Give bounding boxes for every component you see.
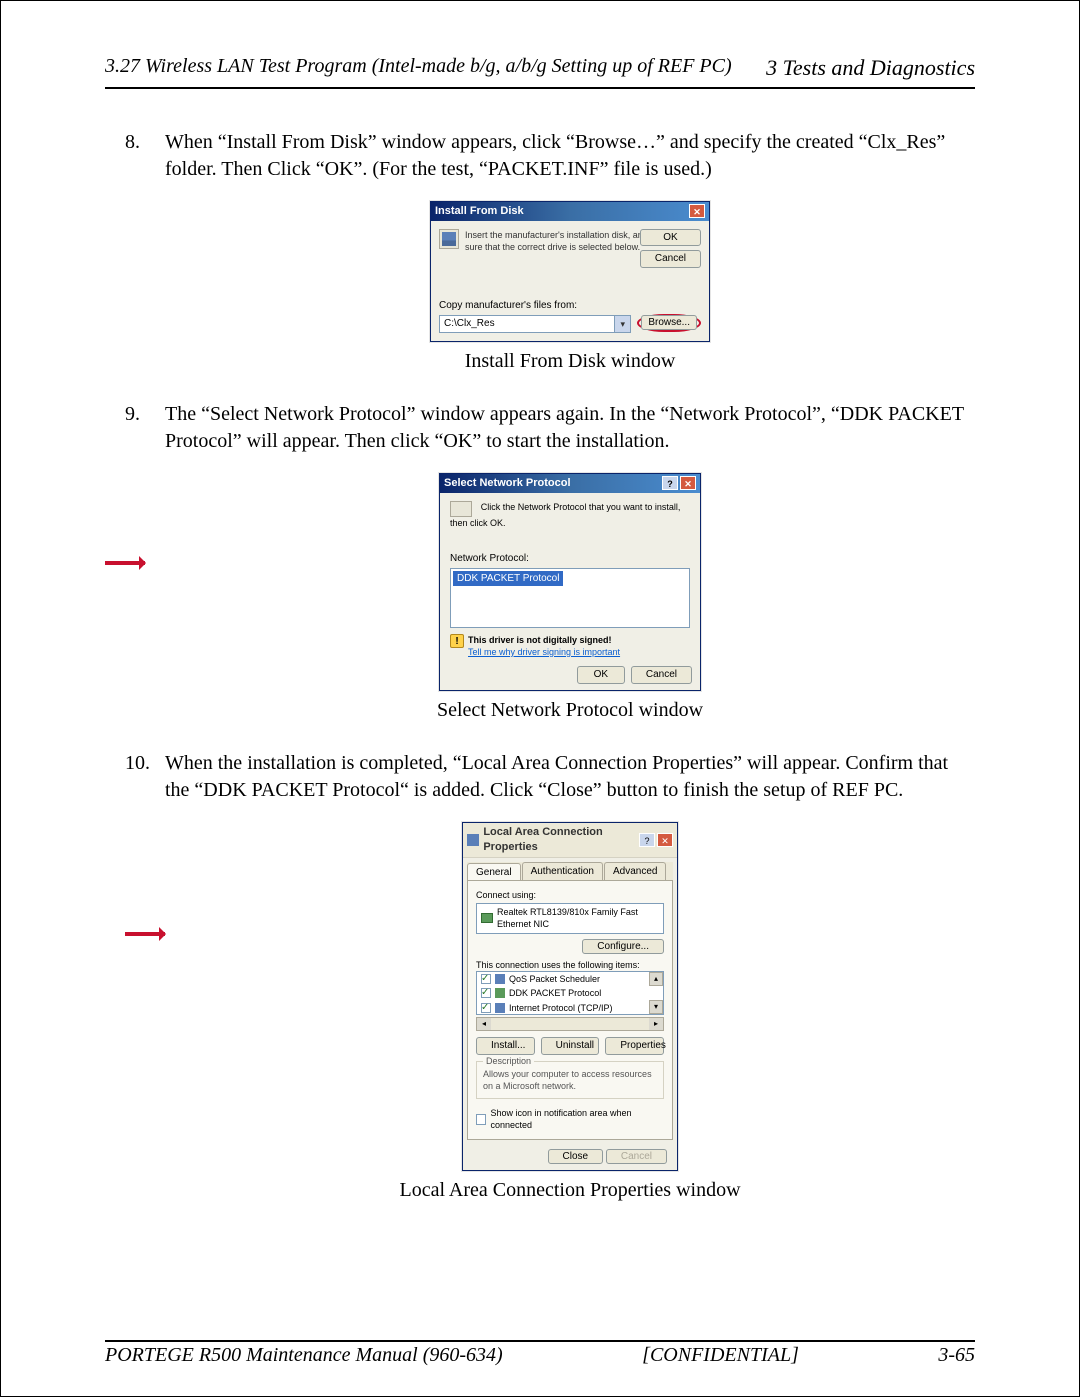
footer-mid: [CONFIDENTIAL] [642, 1344, 799, 1367]
adapter-name: Realtek RTL8139/810x Family Fast Etherne… [497, 906, 659, 930]
driver-signing-link[interactable]: Tell me why driver signing is important [468, 646, 620, 658]
checkbox-icon[interactable] [481, 974, 491, 984]
items-listbox[interactable]: ▴ ▾ QoS Packet Scheduler [476, 971, 664, 1015]
scroll-left-icon[interactable]: ◂ [477, 1018, 491, 1030]
network-icon [450, 501, 472, 517]
protocol-listbox[interactable]: DDK PACKET Protocol [450, 568, 690, 628]
help-icon[interactable]: ? [639, 833, 655, 847]
step-8-text: When “Install From Disk” window appears,… [165, 131, 945, 180]
warning-icon [450, 634, 464, 648]
page-footer: PORTEGE R500 Maintenance Manual (960-634… [105, 1340, 975, 1367]
uses-items-label: This connection uses the following items… [476, 959, 664, 971]
list-item[interactable]: DDK PACKET Protocol [477, 986, 663, 1000]
uninstall-button[interactable]: Uninstall [541, 1037, 600, 1055]
footer-left: PORTEGE R500 Maintenance Manual (960-634… [105, 1344, 503, 1367]
caption-snp: Select Network Protocol window [165, 697, 975, 724]
description-text: Allows your computer to access resources… [483, 1069, 652, 1091]
step-9-number: 9. [125, 401, 140, 428]
close-button[interactable]: Close [548, 1149, 604, 1164]
header-right: 3 Tests and Diagnostics [766, 55, 975, 81]
chevron-down-icon[interactable]: ▾ [614, 316, 630, 332]
properties-button[interactable]: Properties [605, 1037, 664, 1055]
cancel-button[interactable]: Cancel [631, 666, 692, 684]
page-header: 3.27 Wireless LAN Test Program (Intel-ma… [105, 55, 975, 89]
help-icon[interactable]: ? [662, 476, 678, 490]
scroll-right-icon[interactable]: ▸ [649, 1018, 663, 1030]
step-9: 9. The “Select Network Protocol” window … [125, 401, 975, 724]
connect-using-label: Connect using: [476, 889, 664, 901]
step-10-text: When the installation is completed, “Loc… [165, 752, 948, 801]
step-8: 8. When “Install From Disk” window appea… [125, 129, 975, 375]
nic-icon [481, 913, 493, 923]
item-ddk: DDK PACKET Protocol [509, 987, 601, 999]
annotation-circle: Browse... [637, 314, 701, 332]
header-left: 3.27 Wireless LAN Test Program (Intel-ma… [105, 55, 732, 81]
configure-button[interactable]: Configure... [582, 939, 664, 954]
cancel-button[interactable]: Cancel [640, 250, 701, 268]
tab-authentication[interactable]: Authentication [522, 862, 603, 881]
footer-right: 3-65 [938, 1344, 975, 1367]
annotation-arrow [105, 561, 145, 565]
close-icon[interactable]: ✕ [680, 476, 696, 490]
ok-button[interactable]: OK [640, 229, 701, 247]
step-10-number: 10. [125, 750, 150, 777]
cancel-button: Cancel [606, 1149, 667, 1164]
tab-general[interactable]: General [467, 863, 521, 882]
path-input[interactable] [440, 318, 614, 329]
list-item[interactable]: Internet Protocol (TCP/IP) [477, 1001, 663, 1015]
snp-message: Click the Network Protocol that you want… [450, 502, 680, 528]
step-8-number: 8. [125, 129, 140, 156]
select-network-protocol-dialog: Select Network Protocol ? ✕ Click the Ne… [439, 473, 701, 691]
caption-lac: Local Area Connection Properties window [165, 1177, 975, 1204]
lac-title: Local Area Connection Properties [483, 825, 639, 855]
step-10: 10. When the installation is completed, … [125, 750, 975, 1204]
browse-button[interactable]: Browse... [641, 315, 697, 330]
lan-icon [467, 834, 479, 846]
item-tcpip: Internet Protocol (TCP/IP) [509, 1002, 613, 1014]
caption-ifd: Install From Disk window [165, 348, 975, 375]
protocol-item-ddk[interactable]: DDK PACKET Protocol [453, 571, 563, 587]
checkbox-icon[interactable] [481, 988, 491, 998]
close-icon[interactable]: ✕ [689, 204, 705, 218]
list-item[interactable]: QoS Packet Scheduler [477, 972, 663, 986]
ok-button[interactable]: OK [577, 666, 625, 684]
driver-warning: This driver is not digitally signed! [468, 634, 620, 646]
qos-icon [495, 974, 505, 984]
scroll-down-icon[interactable]: ▾ [649, 1000, 663, 1014]
step-9-text: The “Select Network Protocol” window app… [165, 403, 964, 452]
checkbox-icon[interactable] [481, 1003, 491, 1013]
snp-title: Select Network Protocol [444, 476, 571, 491]
lac-properties-dialog: Local Area Connection Properties ? ✕ Gen… [462, 822, 678, 1171]
adapter-field: Realtek RTL8139/810x Family Fast Etherne… [476, 903, 664, 933]
description-group: Description Allows your computer to acce… [476, 1061, 664, 1099]
network-protocol-label: Network Protocol: [450, 552, 690, 566]
tcpip-icon [495, 1003, 505, 1013]
copy-from-label: Copy manufacturer's files from: [439, 299, 701, 313]
description-legend: Description [483, 1055, 534, 1067]
install-from-disk-dialog: Install From Disk ✕ Insert the manufactu… [430, 201, 710, 342]
annotation-arrow [125, 932, 165, 936]
install-button[interactable]: Install... [476, 1037, 535, 1055]
ddk-icon [495, 988, 505, 998]
horizontal-scrollbar[interactable]: ◂ ▸ [476, 1017, 664, 1031]
scroll-up-icon[interactable]: ▴ [649, 972, 663, 986]
tab-advanced[interactable]: Advanced [604, 862, 666, 881]
close-icon[interactable]: ✕ [657, 833, 673, 847]
show-icon-label: Show icon in notification area when conn… [490, 1107, 664, 1131]
floppy-icon [439, 229, 459, 249]
show-icon-checkbox[interactable] [476, 1114, 486, 1125]
item-qos: QoS Packet Scheduler [509, 973, 600, 985]
ifd-title: Install From Disk [435, 204, 524, 219]
